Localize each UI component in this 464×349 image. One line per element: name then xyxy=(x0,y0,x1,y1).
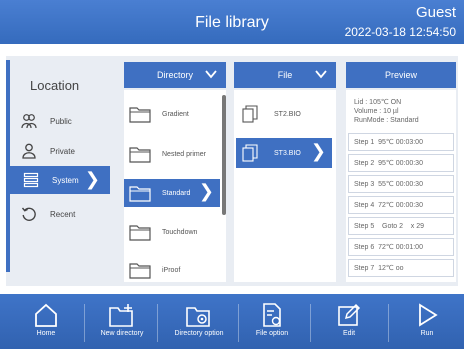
toolbar-divider xyxy=(84,304,85,342)
file-item[interactable]: ST3.BIO ❯ xyxy=(236,138,332,168)
new-directory-label: New directory xyxy=(100,330,144,337)
file-icon xyxy=(242,105,258,123)
edit-button[interactable]: Edit xyxy=(334,296,364,348)
toolbar-divider xyxy=(157,304,158,342)
folder-settings-icon xyxy=(186,307,210,327)
directory-item-label: Gradient xyxy=(162,110,189,118)
directory-option-label: Directory option xyxy=(174,330,224,337)
chevron-right-icon: ❯ xyxy=(310,141,326,161)
file-icon xyxy=(242,144,258,162)
preview-step: Step 2 95℃ 00:00:30 xyxy=(348,154,454,172)
location-item-system[interactable]: System ❯ xyxy=(10,166,110,194)
preview-lid: Lid : 105℃ ON xyxy=(354,99,402,106)
preview-volume: Volume : 10 µl xyxy=(354,108,399,115)
play-icon xyxy=(419,303,438,327)
home-button[interactable]: Home xyxy=(28,296,64,348)
location-title: Location xyxy=(30,78,80,93)
home-label: Home xyxy=(36,330,56,337)
directory-header-label: Directory xyxy=(156,70,193,80)
directory-item[interactable]: Standard ❯ xyxy=(124,179,220,207)
folder-icon xyxy=(129,186,151,202)
file-header-label: File xyxy=(277,70,293,80)
toolbar-divider xyxy=(310,304,311,342)
person-icon xyxy=(20,142,38,160)
preview-step: Step 4 72℃ 00:00:30 xyxy=(348,196,454,214)
preview-summary: Lid : 105℃ ON Volume : 10 µl RunMode : S… xyxy=(348,95,456,129)
folder-icon xyxy=(129,225,151,241)
chevron-right-icon: ❯ xyxy=(84,169,100,189)
location-item-private[interactable]: Private xyxy=(20,140,75,162)
history-icon xyxy=(20,205,38,223)
directory-item[interactable]: Touchdown xyxy=(124,218,220,246)
location-item-label: System xyxy=(52,175,79,185)
toolbar-divider xyxy=(388,304,389,342)
directory-item[interactable]: Gradient xyxy=(124,100,220,128)
folder-icon xyxy=(129,263,151,279)
directory-item-label: Standard xyxy=(162,189,191,197)
directory-item[interactable]: iProof xyxy=(124,256,220,284)
chevron-down-icon xyxy=(204,67,218,83)
location-item-public[interactable]: Public xyxy=(20,110,72,132)
preview-step: Step 7 12℃ oo xyxy=(348,259,454,277)
datetime: 2022-03-18 12:54:50 xyxy=(344,25,456,39)
file-option-button[interactable]: File option xyxy=(246,296,298,348)
file-option-label: File option xyxy=(255,330,289,337)
directory-option-button[interactable]: Directory option xyxy=(164,296,234,348)
location-item-label: Public xyxy=(50,116,72,126)
directory-item-label: iProof xyxy=(162,266,181,274)
people-icon xyxy=(20,112,38,130)
new-directory-button[interactable]: New directory xyxy=(94,296,150,348)
directory-item[interactable]: Nested primer xyxy=(124,140,220,168)
file-settings-icon xyxy=(263,303,281,327)
preview-header-label: Preview xyxy=(384,70,417,80)
list-icon xyxy=(22,171,40,189)
preview-runmode: RunMode : Standard xyxy=(354,117,419,124)
chevron-down-icon xyxy=(314,67,328,83)
preview-header: Preview xyxy=(346,62,456,88)
folder-icon xyxy=(129,147,151,163)
edit-label: Edit xyxy=(342,330,356,337)
new-folder-icon xyxy=(109,304,133,327)
directory-header[interactable]: Directory xyxy=(124,62,226,88)
edit-icon xyxy=(338,303,361,326)
home-icon xyxy=(35,303,57,327)
location-item-recent[interactable]: Recent xyxy=(20,203,75,225)
preview-step: Step 6 72℃ 00:01:00 xyxy=(348,238,454,256)
file-item[interactable]: ST2.BIO xyxy=(236,99,332,129)
user-name[interactable]: Guest xyxy=(416,4,456,21)
run-label: Run xyxy=(420,330,434,337)
directory-item-label: Touchdown xyxy=(162,228,198,236)
directory-item-label: Nested primer xyxy=(162,150,206,158)
run-button[interactable]: Run xyxy=(412,296,442,348)
file-header[interactable]: File xyxy=(234,62,336,88)
header-bar: File library Guest 2022-03-18 12:54:50 xyxy=(0,0,464,44)
file-item-label: ST2.BIO xyxy=(274,110,301,118)
preview-step: Step 3 55℃ 00:00:30 xyxy=(348,175,454,193)
preview-step: Step 1 95℃ 00:03:00 xyxy=(348,133,454,151)
preview-step: Step 5 Goto 2 x 29 xyxy=(348,217,454,235)
folder-icon xyxy=(129,107,151,123)
toolbar-divider xyxy=(238,304,239,342)
directory-scrollbar[interactable] xyxy=(222,95,226,215)
chevron-right-icon: ❯ xyxy=(198,181,214,201)
file-item-label: ST3.BIO xyxy=(274,149,301,157)
location-item-label: Private xyxy=(50,146,75,156)
location-item-label: Recent xyxy=(50,209,76,219)
